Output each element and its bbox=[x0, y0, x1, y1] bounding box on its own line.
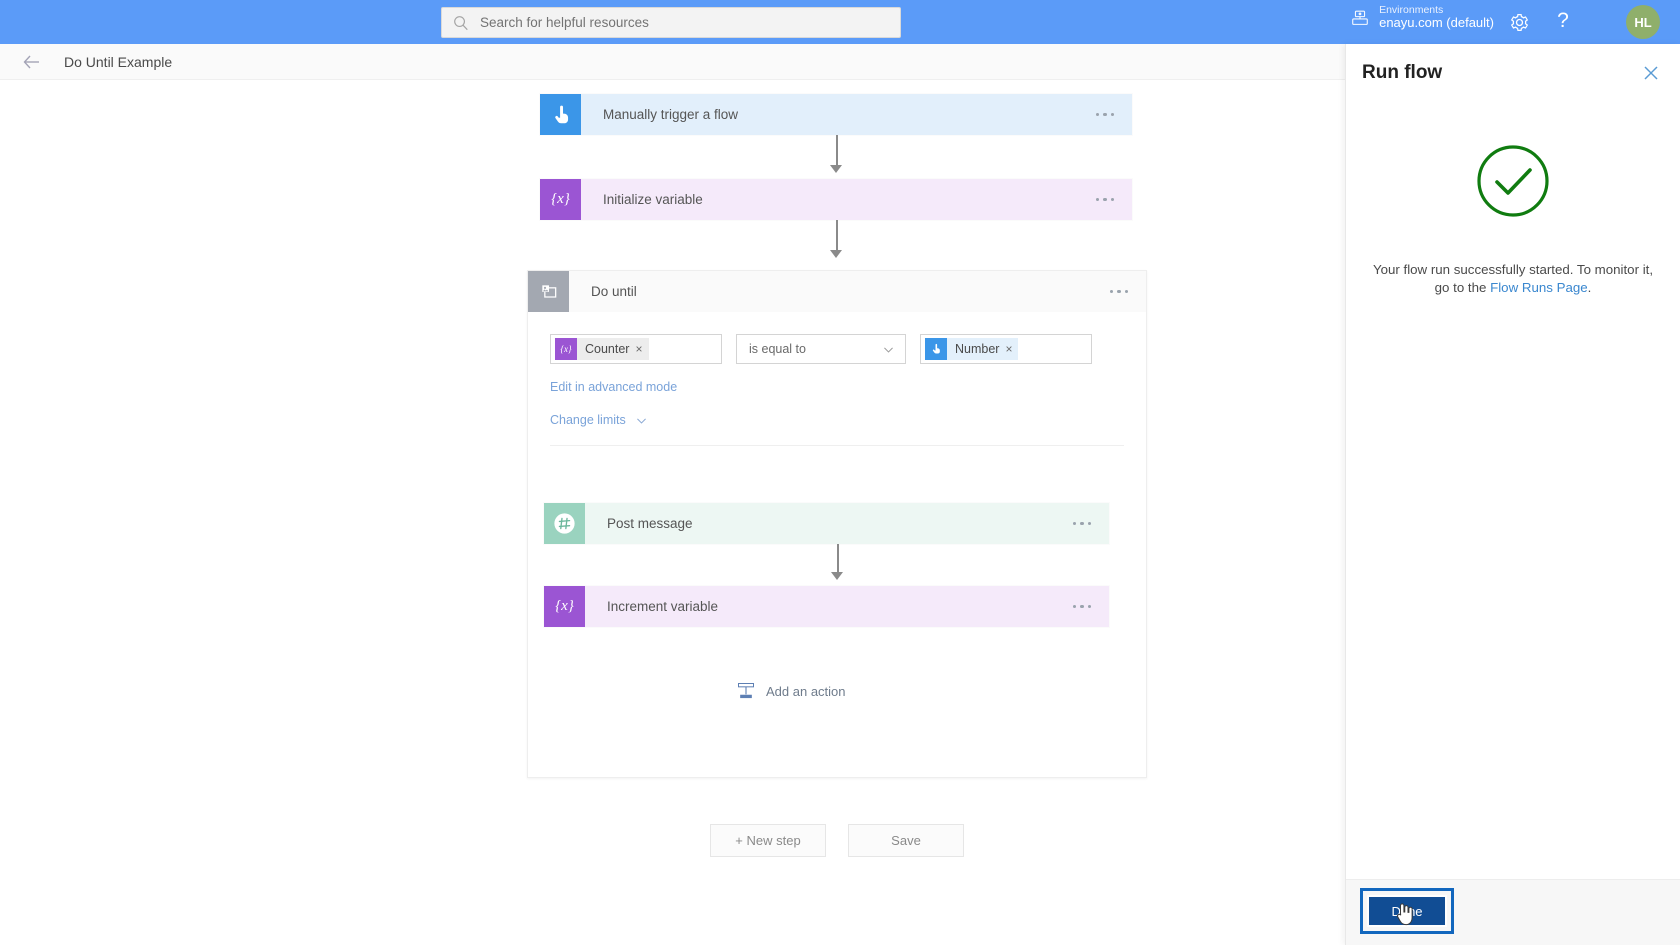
environment-selector[interactable]: Environments enayu.com (default) bbox=[1350, 4, 1494, 31]
chevron-down-icon bbox=[884, 347, 893, 353]
panel-header: Run flow bbox=[1346, 44, 1680, 84]
token-remove-icon[interactable]: × bbox=[635, 342, 642, 356]
flow-card-title: Post message bbox=[607, 516, 693, 531]
settings-button[interactable] bbox=[1506, 9, 1532, 35]
avatar-initials: HL bbox=[1634, 14, 1652, 30]
add-an-action-button[interactable]: Add an action bbox=[736, 681, 846, 701]
scope-title: Do until bbox=[591, 284, 637, 299]
edit-advanced-mode-link[interactable]: Edit in advanced mode bbox=[550, 380, 677, 394]
new-step-button[interactable]: + New step bbox=[710, 824, 826, 857]
back-arrow-icon[interactable] bbox=[22, 52, 42, 72]
save-label: Save bbox=[891, 833, 921, 848]
help-button[interactable]: ? bbox=[1550, 6, 1576, 36]
add-an-action-label: Add an action bbox=[766, 683, 846, 699]
edit-advanced-mode-row: Edit in advanced mode bbox=[528, 364, 1146, 396]
connector-line bbox=[837, 544, 839, 574]
command-bar: Do Until Example bbox=[0, 44, 1345, 80]
close-icon[interactable] bbox=[1642, 64, 1660, 82]
scope-header[interactable]: Do until bbox=[528, 271, 1146, 312]
panel-title: Run flow bbox=[1362, 62, 1443, 83]
touch-trigger-icon bbox=[540, 94, 581, 135]
do-until-icon bbox=[528, 271, 569, 312]
token-remove-icon[interactable]: × bbox=[1005, 342, 1012, 356]
gear-icon bbox=[1510, 13, 1528, 31]
flow-runs-page-link[interactable]: Flow Runs Page bbox=[1490, 280, 1588, 295]
touch-trigger-icon bbox=[925, 338, 947, 360]
flow-card-title: Increment variable bbox=[607, 599, 719, 614]
operator-value: is equal to bbox=[749, 342, 806, 356]
change-limits-row: Change limits bbox=[528, 396, 1146, 427]
page-title: Do Until Example bbox=[64, 53, 173, 70]
connector-line bbox=[836, 220, 838, 252]
add-action-icon bbox=[738, 683, 754, 699]
search-box[interactable] bbox=[441, 7, 901, 38]
flow-card-menu-button[interactable] bbox=[1072, 604, 1091, 609]
save-button[interactable]: Save bbox=[848, 824, 964, 857]
done-button[interactable]: Done bbox=[1367, 895, 1447, 927]
run-status-message: Your flow run successfully started. To m… bbox=[1368, 261, 1658, 297]
condition-left-field[interactable]: {x} Counter × bbox=[550, 334, 722, 364]
flow-card-title: Initialize variable bbox=[603, 192, 703, 207]
flow-designer-canvas: Manually trigger a flow {x} Initialize v… bbox=[0, 80, 1345, 945]
flow-card-menu-button[interactable] bbox=[1095, 197, 1114, 202]
environment-value: enayu.com (default) bbox=[1379, 15, 1494, 31]
flow-card-post-message[interactable]: Post message bbox=[544, 503, 1109, 544]
token-number[interactable]: Number × bbox=[925, 338, 1019, 360]
token-counter[interactable]: {x} Counter × bbox=[555, 338, 649, 360]
connector-arrow bbox=[830, 250, 842, 258]
panel-footer: Done bbox=[1346, 879, 1680, 945]
scope-menu-button[interactable] bbox=[1109, 289, 1128, 294]
top-app-bar: Environments enayu.com (default) ? HL bbox=[0, 0, 1680, 44]
variable-icon: {x} bbox=[544, 586, 585, 627]
slack-hash-icon bbox=[544, 503, 585, 544]
environment-icon bbox=[1352, 10, 1368, 25]
panel-body: Your flow run successfully started. To m… bbox=[1346, 84, 1680, 297]
search-input[interactable] bbox=[478, 14, 878, 31]
flow-card-menu-button[interactable] bbox=[1095, 112, 1114, 117]
scope-do-until: Do until {x} Counter × is equal to Numbe… bbox=[527, 270, 1147, 778]
connector-line bbox=[836, 135, 838, 167]
flow-card-trigger[interactable]: Manually trigger a flow bbox=[540, 94, 1132, 135]
success-check-icon bbox=[1477, 145, 1549, 217]
connector-arrow bbox=[830, 165, 842, 173]
run-flow-panel: Run flow Your flow run successfully star… bbox=[1345, 44, 1680, 945]
until-condition-row: {x} Counter × is equal to Number × bbox=[528, 312, 1146, 364]
change-limits-link[interactable]: Change limits bbox=[550, 413, 626, 427]
done-label: Done bbox=[1391, 903, 1423, 919]
condition-right-field[interactable]: Number × bbox=[920, 334, 1092, 364]
divider bbox=[550, 445, 1124, 446]
token-label: Counter bbox=[585, 342, 630, 356]
flow-card-title: Manually trigger a flow bbox=[603, 107, 739, 122]
chevron-down-icon[interactable] bbox=[635, 414, 648, 427]
new-step-label: + New step bbox=[735, 833, 801, 848]
help-label: ? bbox=[1557, 9, 1569, 32]
flow-card-increment-variable[interactable]: {x} Increment variable bbox=[544, 586, 1109, 627]
connector-arrow bbox=[831, 572, 843, 580]
variable-icon: {x} bbox=[540, 179, 581, 220]
token-label: Number bbox=[955, 342, 1000, 356]
avatar[interactable]: HL bbox=[1626, 5, 1660, 39]
variable-icon: {x} bbox=[555, 338, 577, 360]
run-status-text-suffix: . bbox=[1587, 279, 1592, 295]
done-button-focus-ring: Done bbox=[1360, 888, 1454, 934]
condition-operator-select[interactable]: is equal to bbox=[736, 334, 906, 364]
search-icon bbox=[454, 15, 468, 30]
flow-card-initialize-variable[interactable]: {x} Initialize variable bbox=[540, 179, 1132, 220]
flow-card-menu-button[interactable] bbox=[1072, 521, 1091, 526]
